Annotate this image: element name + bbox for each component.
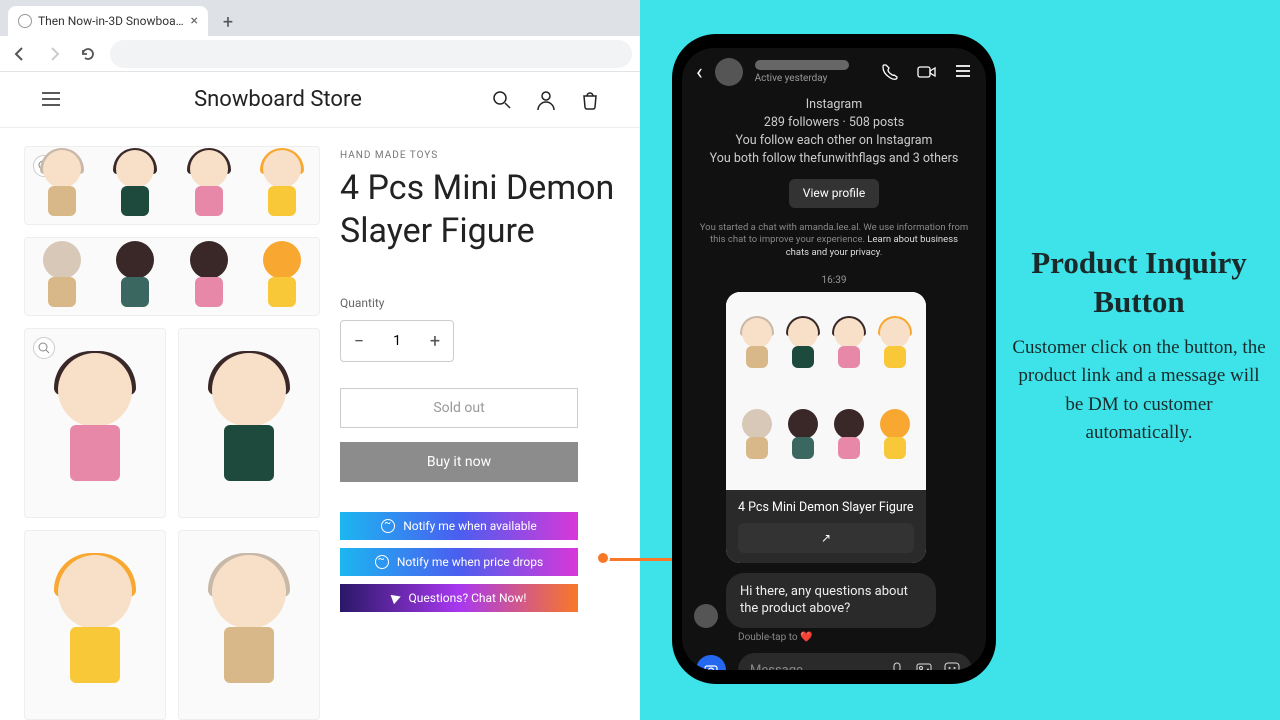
quantity-increase[interactable]: +: [417, 321, 453, 361]
button-label: Notify me when available: [403, 519, 537, 533]
gallery-image[interactable]: [24, 530, 166, 720]
promo-panel: ‹ Active yesterday Instagram 289 f: [640, 0, 1280, 720]
card-image: [726, 292, 926, 490]
browser-window: Then Now-in-3D Snowboard – × + Sno: [0, 0, 640, 720]
store-header: Snowboard Store: [0, 72, 640, 128]
quantity-decrease[interactable]: −: [341, 321, 377, 361]
gallery-image[interactable]: [178, 530, 320, 720]
back-button[interactable]: [8, 42, 32, 66]
contact-name: [755, 60, 849, 70]
forward-button[interactable]: [42, 42, 66, 66]
browser-tab[interactable]: Then Now-in-3D Snowboard – ×: [8, 6, 208, 36]
menu-icon[interactable]: [954, 62, 972, 82]
menu-icon[interactable]: [40, 88, 64, 112]
search-icon[interactable]: [492, 90, 512, 110]
callout-description: Customer click on the button, the produc…: [1010, 334, 1268, 448]
sticker-icon[interactable]: [944, 662, 960, 670]
account-icon[interactable]: [536, 90, 556, 110]
camera-icon[interactable]: [696, 655, 726, 670]
buy-now-button[interactable]: Buy it now: [340, 442, 578, 482]
mic-icon[interactable]: [890, 662, 904, 670]
gallery-image[interactable]: [178, 328, 320, 518]
follow-info: You follow each other on Instagram: [702, 132, 966, 150]
product-info: HAND MADE TOYS 4 Pcs Mini Demon Slayer F…: [340, 146, 624, 720]
followers-text: 289 followers · 508 posts: [702, 114, 966, 132]
disclaimer: You started a chat with amanda.lee.al. W…: [682, 212, 986, 269]
avatar[interactable]: [715, 58, 743, 86]
gallery-image[interactable]: [24, 328, 166, 518]
notify-available-button[interactable]: Notify me when available: [340, 512, 578, 540]
new-tab-button[interactable]: +: [214, 8, 242, 36]
tab-bar: Then Now-in-3D Snowboard – × +: [0, 0, 640, 36]
url-bar[interactable]: [110, 40, 632, 68]
quantity-value: 1: [377, 333, 417, 349]
back-icon[interactable]: ‹: [696, 60, 703, 85]
view-profile-button[interactable]: View profile: [789, 179, 879, 208]
product-gallery: [24, 146, 320, 720]
send-icon: [390, 592, 402, 604]
message-input[interactable]: Message...: [738, 653, 972, 670]
chat-message: Hi there, any questions about the produc…: [726, 573, 936, 628]
product-card[interactable]: 4 Pcs Mini Demon Slayer Figure ↗: [726, 292, 926, 563]
messenger-icon: [375, 555, 389, 569]
gallery-image[interactable]: [24, 237, 320, 316]
follow-info: You both follow thefunwithflags and 3 ot…: [702, 150, 966, 168]
quantity-stepper: − 1 +: [340, 320, 454, 362]
double-tap-hint: Double-tap to ❤️: [738, 632, 972, 643]
chat-header: ‹ Active yesterday: [682, 48, 986, 92]
avatar: [694, 604, 718, 628]
image-icon[interactable]: [916, 662, 932, 670]
video-icon[interactable]: [916, 62, 938, 82]
messenger-icon: [381, 519, 395, 533]
button-label: Questions? Chat Now!: [409, 591, 527, 605]
phone-mockup: ‹ Active yesterday Instagram 289 f: [672, 34, 996, 684]
callout: Product Inquiry Button Customer click on…: [1010, 244, 1268, 448]
message-input-bar: Message...: [682, 643, 986, 670]
globe-icon: [18, 14, 32, 28]
vendor-label: HAND MADE TOYS: [340, 150, 624, 161]
page-content: Snowboard Store: [0, 72, 640, 720]
platform-label: Instagram: [702, 96, 966, 114]
gallery-image[interactable]: [24, 146, 320, 225]
cart-icon[interactable]: [580, 90, 600, 110]
product-title: 4 Pcs Mini Demon Slayer Figure: [340, 167, 624, 252]
reload-button[interactable]: [76, 42, 100, 66]
quantity-label: Quantity: [340, 296, 624, 310]
card-title: 4 Pcs Mini Demon Slayer Figure: [738, 500, 914, 515]
card-link-button[interactable]: ↗: [738, 523, 914, 553]
browser-nav: [0, 36, 640, 72]
button-label: Notify me when price drops: [397, 555, 543, 569]
call-icon[interactable]: [880, 62, 900, 82]
callout-title: Product Inquiry Button: [1010, 244, 1268, 322]
notify-price-button[interactable]: Notify me when price drops: [340, 548, 578, 576]
status-text: Active yesterday: [755, 73, 868, 84]
chat-now-button[interactable]: Questions? Chat Now!: [340, 584, 578, 612]
timestamp: 16:39: [682, 275, 986, 286]
sold-out-button: Sold out: [340, 388, 578, 428]
close-icon[interactable]: ×: [191, 13, 198, 29]
store-name: Snowboard Store: [194, 87, 362, 112]
tab-title: Then Now-in-3D Snowboard –: [38, 14, 185, 28]
profile-info: Instagram 289 followers · 508 posts You …: [682, 92, 986, 212]
